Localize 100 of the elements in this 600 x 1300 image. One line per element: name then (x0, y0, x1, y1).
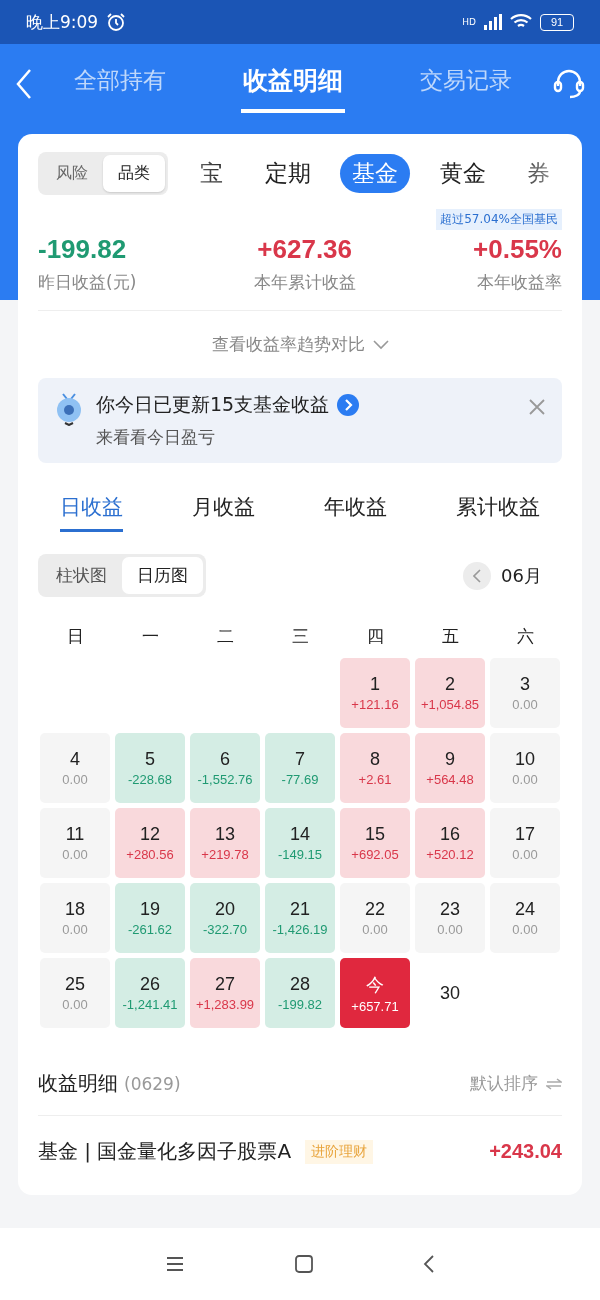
calendar-day[interactable]: 12 +280.56 (115, 808, 185, 878)
day-earnings: 0.00 (512, 772, 538, 787)
calendar-day[interactable]: 1 +121.16 (340, 658, 410, 728)
trend-compare-link[interactable]: 查看收益率趋势对比 (211, 333, 365, 356)
calendar-day[interactable]: 6 -1,552.76 (190, 733, 260, 803)
day-number: 23 (440, 899, 460, 920)
day-earnings: -1,552.76 (197, 772, 253, 787)
day-number: 2 (445, 674, 455, 695)
calendar-day[interactable]: 2 +1,054.85 (415, 658, 485, 728)
view-option[interactable]: 柱状图 (41, 557, 122, 594)
day-earnings: -1,241.41 (122, 997, 178, 1012)
day-number: 24 (515, 899, 535, 920)
segment-option[interactable]: 品类 (103, 155, 165, 192)
calendar-day[interactable]: 5 -228.68 (115, 733, 185, 803)
day-number: 19 (140, 899, 160, 920)
day-earnings: +219.78 (201, 847, 249, 862)
day-number: 12 (140, 824, 160, 845)
calendar-day[interactable]: 15 +692.05 (340, 808, 410, 878)
calendar-day[interactable]: 7 -77.69 (265, 733, 335, 803)
category-chip[interactable]: 黄金 (427, 154, 498, 193)
sort-option: 默认排序 (470, 1072, 538, 1095)
day-earnings: -149.15 (277, 847, 323, 862)
calendar-day[interactable]: 26 -1,241.41 (115, 958, 185, 1028)
day-number: 15 (365, 824, 385, 845)
day-earnings: +520.12 (426, 847, 474, 862)
weekday-label: 二 (215, 625, 235, 648)
previous-month-button[interactable] (463, 561, 492, 590)
day-earnings: -228.68 (127, 772, 173, 787)
day-number: 3 (520, 674, 530, 695)
day-number: 22 (365, 899, 385, 920)
day-number: 1 (370, 674, 380, 695)
calendar-day[interactable]: 4 0.00 (40, 733, 110, 803)
stat-value: +627.36 (257, 234, 353, 265)
day-number: 21 (290, 899, 310, 920)
view-option[interactable]: 日历图 (122, 557, 203, 594)
day-number: 10 (515, 749, 535, 770)
day-number: 7 (295, 749, 305, 770)
stat-label: 本年累计收益 (253, 271, 356, 294)
calendar-day[interactable]: 13 +219.78 (190, 808, 260, 878)
back-icon[interactable] (423, 1254, 436, 1274)
day-earnings: 0.00 (62, 847, 88, 862)
calendar-day[interactable]: 17 0.00 (490, 808, 560, 878)
day-earnings: +2.61 (358, 772, 392, 787)
close-icon[interactable] (528, 398, 546, 416)
category-chip[interactable]: 定期 (252, 154, 323, 193)
calendar-day[interactable]: 9 +564.48 (415, 733, 485, 803)
calendar-day[interactable]: 27 +1,283.99 (190, 958, 260, 1028)
calendar-day[interactable]: 3 0.00 (490, 658, 560, 728)
mascot-icon (54, 392, 84, 426)
header-tab[interactable]: 收益明细 (241, 55, 345, 113)
period-tab[interactable]: 年收益 (324, 493, 387, 532)
calendar-day[interactable]: 今 +657.71 (340, 958, 410, 1028)
day-number: 25 (65, 974, 85, 995)
chevron-right-icon (337, 394, 360, 416)
day-earnings: 0.00 (62, 922, 88, 937)
calendar-day[interactable]: 25 0.00 (40, 958, 110, 1028)
calendar-day[interactable]: 19 -261.62 (115, 883, 185, 953)
calendar-day[interactable]: 8 +2.61 (340, 733, 410, 803)
calendar-day[interactable]: 24 0.00 (490, 883, 560, 953)
fund-name: 基金 | 国金量化多因子股票A (38, 1138, 292, 1165)
calendar-day[interactable]: 23 0.00 (415, 883, 485, 953)
month-label: 06月 (501, 563, 542, 588)
calendar-day[interactable]: 28 -199.82 (265, 958, 335, 1028)
day-number: 11 (65, 824, 85, 845)
category-chip[interactable]: 宝 (188, 154, 235, 193)
calendar-day[interactable]: 10 0.00 (490, 733, 560, 803)
back-button[interactable] (14, 68, 34, 100)
calendar-day[interactable]: 20 -322.70 (190, 883, 260, 953)
day-number: 17 (515, 824, 535, 845)
day-number: 16 (440, 824, 460, 845)
day-number: 8 (370, 749, 380, 770)
wifi-icon (510, 14, 532, 30)
day-earnings: +1,283.99 (195, 997, 255, 1012)
day-earnings: +1,054.85 (420, 697, 480, 712)
category-chip[interactable]: 券 (515, 154, 562, 193)
day-earnings: 0.00 (62, 997, 88, 1012)
day-number: 今 (366, 973, 384, 997)
day-earnings: 0.00 (512, 847, 538, 862)
section-date: (0629) (124, 1073, 181, 1094)
calendar-day[interactable]: 21 -1,426.19 (265, 883, 335, 953)
headset-icon[interactable] (552, 68, 586, 100)
calendar-day[interactable]: 18 0.00 (40, 883, 110, 953)
period-tab[interactable]: 日收益 (60, 493, 123, 532)
stat-value: -199.82 (38, 234, 127, 265)
period-tab[interactable]: 累计收益 (456, 493, 540, 532)
calendar-day[interactable]: 14 -149.15 (265, 808, 335, 878)
segment-option[interactable]: 风险 (41, 155, 103, 192)
period-tab[interactable]: 月收益 (192, 493, 255, 532)
calendar-day[interactable]: 16 +520.12 (415, 808, 485, 878)
menu-icon[interactable] (164, 1256, 185, 1272)
calendar-day[interactable]: 11 0.00 (40, 808, 110, 878)
weekday-label: 五 (440, 625, 460, 648)
day-number: 20 (215, 899, 235, 920)
calendar-day[interactable]: 22 0.00 (340, 883, 410, 953)
home-icon[interactable] (294, 1254, 314, 1274)
calendar-day[interactable]: 30 (415, 958, 485, 1028)
day-number: 9 (445, 749, 455, 770)
category-chip[interactable]: 基金 (340, 154, 410, 193)
day-earnings: -322.70 (202, 922, 248, 937)
network-label: HD (462, 17, 476, 27)
